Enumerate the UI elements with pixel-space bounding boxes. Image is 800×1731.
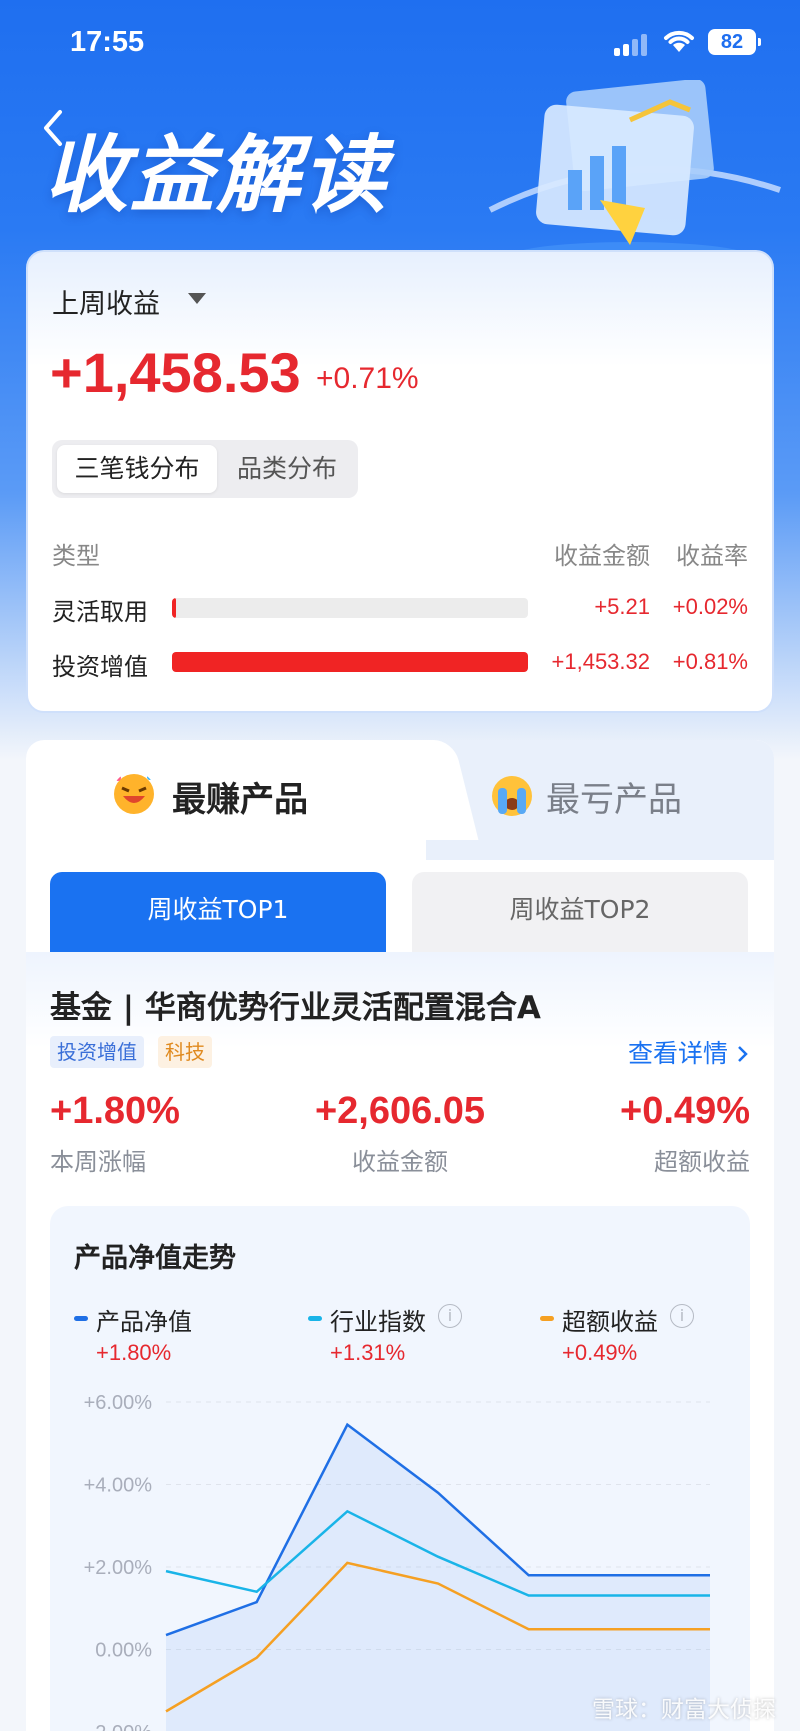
line-chart: +6.00% +4.00% +2.00% 0.00% -2.00% <box>84 1392 710 1731</box>
legend-swatch-excess <box>540 1316 554 1321</box>
status-time: 17:55 <box>70 26 145 58</box>
row-rate-flexible: +0.02% <box>672 594 748 619</box>
bar-investment <box>172 652 528 672</box>
top-products-card: 最赚产品 最亏产品 周收益TOP1 周收益TOP2 基金 | 华商优势行业灵活配… <box>26 740 774 1731</box>
tab-top-loser[interactable]: 最亏产品 <box>546 772 682 821</box>
view-details-label: 查看详情 <box>628 1039 729 1068</box>
metric-weekly-change: +1.80% <box>50 1090 180 1132</box>
page-title: 收益解读 <box>44 126 389 224</box>
total-earnings: +1,458.53 <box>50 341 301 404</box>
metric-weekly-change-label: 本周涨幅 <box>50 1148 146 1176</box>
info-icon[interactable]: i <box>438 1304 462 1328</box>
view-details-link[interactable]: 查看详情 <box>628 1034 750 1070</box>
period-selector[interactable]: 上周收益 <box>52 282 160 321</box>
legend-name-index: 行业指数 <box>330 1308 426 1336</box>
column-header-rate: 收益率 <box>676 542 748 570</box>
legend-name-nav: 产品净值 <box>96 1308 192 1336</box>
column-header-amount: 收益金额 <box>554 542 650 570</box>
battery-icon: 82 <box>708 29 761 55</box>
legend-name-excess: 超额收益 <box>562 1308 658 1336</box>
chevron-right-icon <box>738 1046 748 1062</box>
legend-swatch-nav <box>74 1316 88 1321</box>
y-tick-label: 0.00% <box>95 1640 152 1662</box>
sub-tab-top2[interactable]: 周收益TOP2 <box>412 872 748 954</box>
distribution-segmented-control: 三笔钱分布 品类分布 <box>52 440 358 498</box>
crying-face-icon[interactable] <box>490 774 534 818</box>
column-header-type: 类型 <box>52 542 100 570</box>
metric-earnings: +2,606.05 <box>314 1090 486 1132</box>
info-icon[interactable]: i <box>670 1304 694 1328</box>
happy-face-icon <box>114 774 154 814</box>
legend-value-excess: +0.49% <box>562 1340 638 1365</box>
metric-earnings-label: 收益金额 <box>352 1148 448 1176</box>
y-tick-label: +2.00% <box>84 1557 153 1579</box>
bar-fill-flexible <box>172 598 176 618</box>
caret-down-icon[interactable] <box>188 293 206 304</box>
legend-value-nav: +1.80% <box>96 1340 172 1365</box>
legend-swatch-index <box>308 1316 322 1321</box>
legend-value-index: +1.31% <box>330 1340 406 1365</box>
wifi-icon <box>664 30 694 52</box>
nav-trend-chart: 产品净值走势 产品净值 +1.80% 行业指数 i +1.31% 超额收益 i … <box>50 1206 750 1731</box>
watermark: 雪球：财富大侦探 <box>592 1697 776 1723</box>
row-amount-investment: +1,453.32 <box>551 649 650 674</box>
total-return-rate: +0.71% <box>316 362 419 395</box>
metric-excess: +0.49% <box>620 1090 750 1132</box>
tag-tech: 科技 <box>158 1036 212 1068</box>
tab-top-gainer-label[interactable]: 最赚产品 <box>172 772 308 821</box>
metric-excess-label: 超额收益 <box>654 1148 750 1176</box>
cellular-signal-icon <box>614 34 648 56</box>
y-tick-label: -2.00% <box>89 1722 153 1731</box>
y-tick-label: +6.00% <box>84 1392 153 1414</box>
row-label-investment: 投资增值 <box>52 653 148 681</box>
row-amount-flexible: +5.21 <box>594 594 650 619</box>
weekly-earnings-card: 上周收益 +1,458.53 +0.71% 三笔钱分布 品类分布 类型 收益金额… <box>26 250 774 713</box>
product-name: 基金 | 华商优势行业灵活配置混合A <box>50 990 541 1026</box>
row-label-flexible: 灵活取用 <box>52 598 148 626</box>
nav-area <box>166 1424 710 1731</box>
tag-investment: 投资增值 <box>50 1036 144 1068</box>
chart-title: 产品净值走势 <box>74 1243 236 1274</box>
sub-tab-top1[interactable]: 周收益TOP1 <box>50 872 386 954</box>
row-rate-investment: +0.81% <box>672 649 748 674</box>
bar-fill-investment <box>172 652 528 672</box>
product-detail: 基金 | 华商优势行业灵活配置混合A 投资增值 科技 查看详情 +1.80% 本… <box>26 952 774 1731</box>
segment-three-funds[interactable]: 三笔钱分布 <box>57 445 217 493</box>
bar-flexible <box>172 598 528 618</box>
y-tick-label: +4.00% <box>84 1475 153 1497</box>
status-bar: 17:55 82 <box>0 0 800 90</box>
segment-category[interactable]: 品类分布 <box>220 445 354 493</box>
